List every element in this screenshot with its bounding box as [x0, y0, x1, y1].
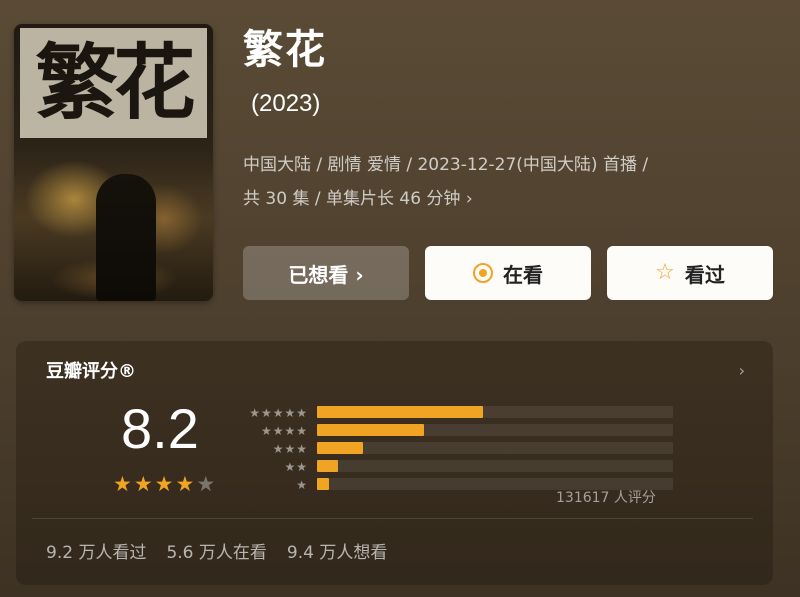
watched-button[interactable]: ☆ 看过	[607, 246, 773, 300]
star-row-1: ★	[296, 478, 308, 492]
rating-bar-fill-5	[317, 406, 483, 418]
rating-count: 131617 人评分	[556, 490, 656, 506]
stat-wish: 9.4 万人想看	[286, 543, 388, 563]
rating-bar-fill-2	[317, 460, 339, 472]
poster-title-text: 繁花	[35, 35, 195, 131]
rating-score: 8.2	[121, 397, 199, 460]
chevron-right-icon[interactable]: ›	[739, 361, 745, 380]
watching-button[interactable]: 在看	[425, 246, 591, 300]
rating-header: 豆瓣评分®	[46, 361, 136, 382]
rating-card[interactable]: 豆瓣评分® › 8.2 ★★★★★ ★★★★★ ★★★★ ★★★ ★★ ★ 13…	[16, 341, 773, 585]
stat-watching: 5.6 万人在看	[166, 543, 267, 563]
rating-bar-fill-3	[317, 442, 364, 454]
meta-line-2[interactable]: 共 30 集 / 单集片长 46 分钟 ›	[243, 182, 783, 216]
rating-bar-4	[317, 424, 673, 436]
rating-stars-filled: ★★★★	[113, 472, 197, 496]
rating-bar-5	[317, 406, 673, 418]
show-title: 繁花	[243, 27, 327, 73]
rating-stars-empty: ★	[196, 472, 218, 496]
poster-title-art: 繁花	[20, 28, 207, 138]
star-row-5: ★★★★★	[249, 406, 308, 420]
rating-bar-fill-1	[317, 478, 330, 490]
rating-bar-2	[317, 460, 673, 472]
stat-watched: 9.2 万人看过	[46, 543, 147, 563]
star-outline-icon: ☆	[655, 260, 675, 285]
star-row-4: ★★★★	[260, 424, 308, 438]
poster-figure	[96, 174, 156, 301]
divider	[32, 518, 753, 519]
rating-bar-3	[317, 442, 673, 454]
watching-icon	[473, 263, 493, 283]
watched-button-label: 看过	[684, 262, 725, 287]
rating-bar-fill-4	[317, 424, 424, 436]
watch-stats: 9.2 万人看过 5.6 万人在看 9.4 万人想看	[46, 538, 387, 563]
show-meta[interactable]: 中国大陆 / 剧情 爱情 / 2023-12-27(中国大陆) 首播 / 共 3…	[243, 148, 783, 216]
rating-stars: ★★★★★	[113, 474, 217, 495]
poster-image[interactable]: 繁花	[14, 24, 213, 301]
wish-button[interactable]: 已想看 ›	[243, 246, 409, 300]
meta-line-1: 中国大陆 / 剧情 爱情 / 2023-12-27(中国大陆) 首播 /	[243, 155, 649, 175]
wish-button-label: 已想看 ›	[288, 262, 364, 287]
show-year: (2023)	[251, 90, 321, 117]
star-row-3: ★★★	[272, 442, 308, 456]
watching-button-label: 在看	[503, 262, 543, 287]
star-row-2: ★★	[284, 460, 308, 474]
